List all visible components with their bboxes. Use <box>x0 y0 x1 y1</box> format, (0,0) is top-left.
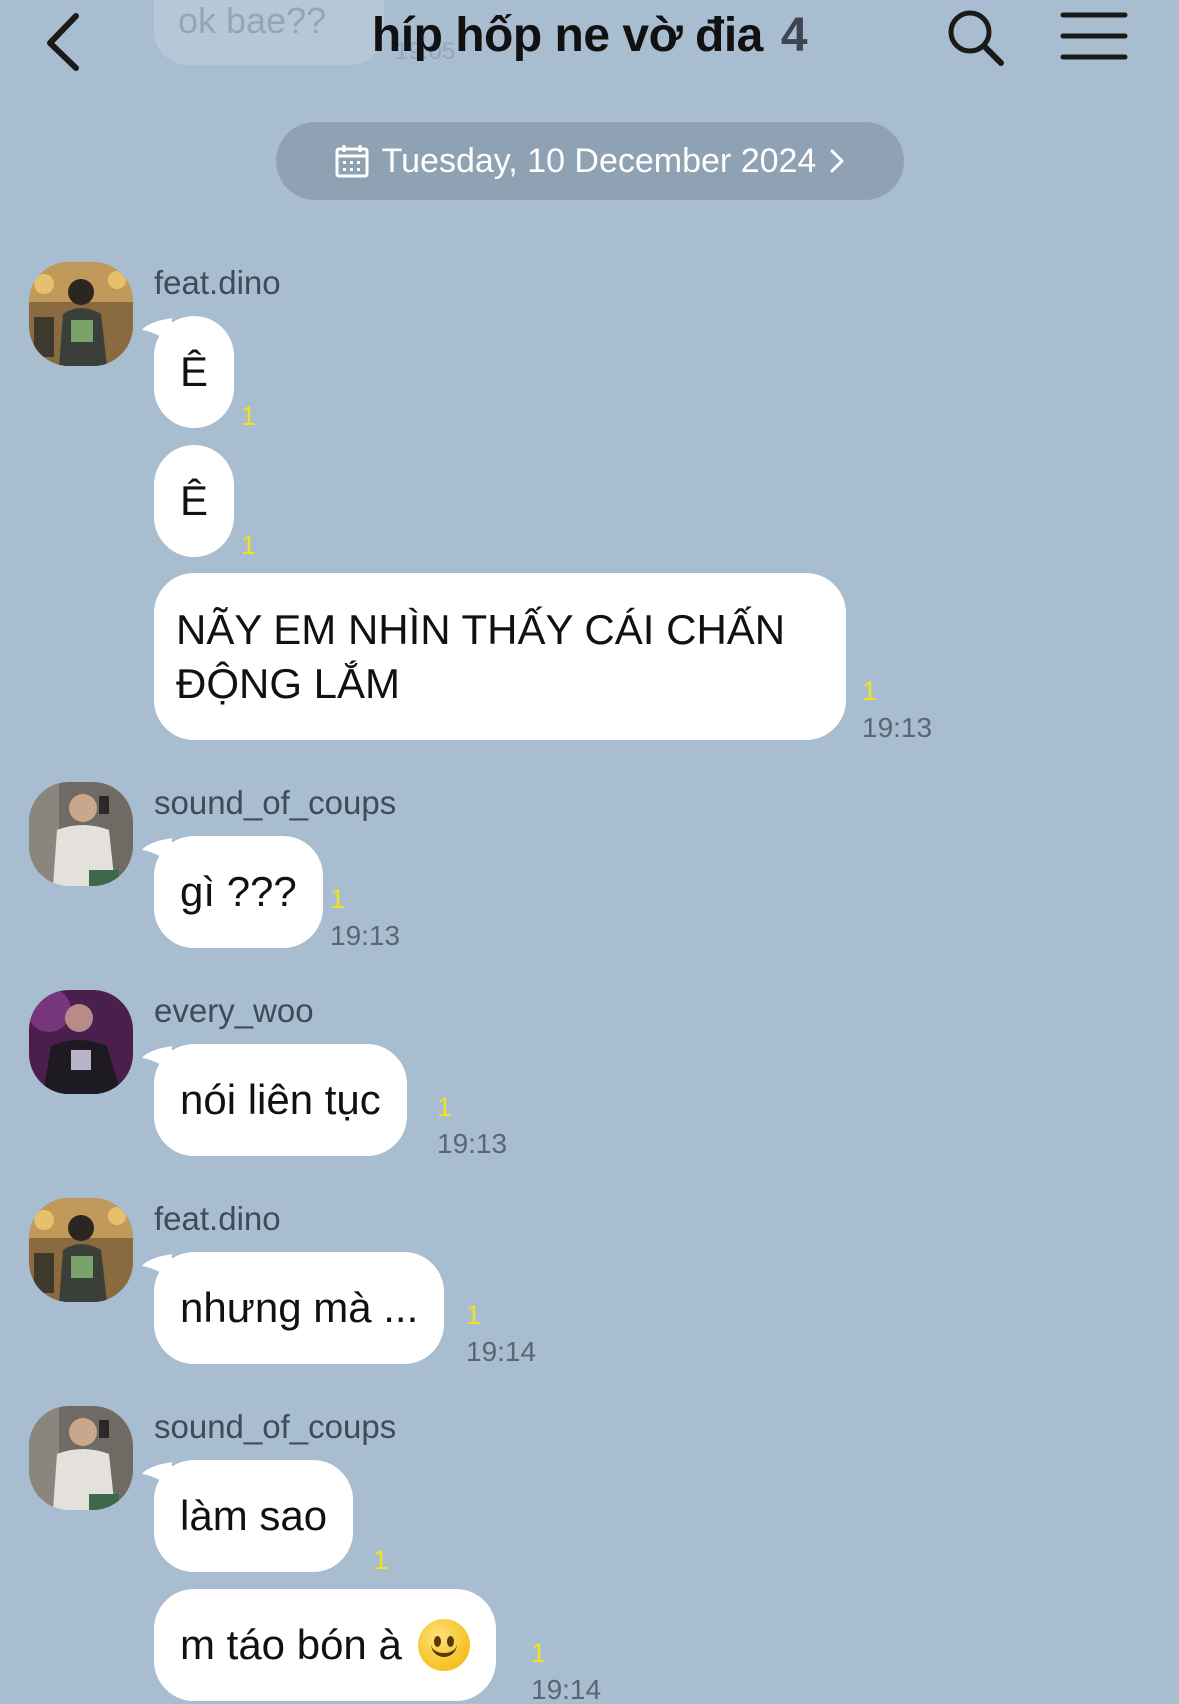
avatar-photo-icon <box>29 990 133 1094</box>
message-time: 19:14 <box>466 1336 537 1367</box>
avatar-sound-of-coups[interactable] <box>29 1406 133 1510</box>
message-time: 19:13 <box>330 920 401 951</box>
message-bubble[interactable]: nói liên tục <box>154 1044 407 1156</box>
read-count: 1 <box>330 884 346 914</box>
message-bubble[interactable]: làm sao <box>154 1460 354 1572</box>
hamburger-menu-icon <box>1060 12 1128 60</box>
avatar-feat-dino[interactable] <box>29 1198 133 1302</box>
message-bubble[interactable]: nhưng mà ... <box>154 1252 445 1364</box>
message-bubble[interactable]: gì ??? <box>154 836 323 948</box>
member-count: 4 <box>780 9 808 62</box>
message-text: Ê <box>180 477 209 524</box>
sender-name: feat.dino <box>154 264 281 301</box>
slightly-smiling-face-icon <box>417 1619 470 1671</box>
avatar-photo-icon <box>29 262 133 366</box>
read-count: 1 <box>862 676 878 706</box>
avatar-photo-icon <box>29 1406 133 1510</box>
read-count: 1 <box>241 530 257 560</box>
avatar-photo-icon <box>29 1198 133 1302</box>
message-bubble[interactable]: m táo bón à <box>154 1589 496 1701</box>
search-icon <box>948 10 1004 66</box>
message-time: 19:14 <box>531 1674 602 1704</box>
chat-header: híp hốp ne vờ đia 4 <box>0 0 1179 80</box>
read-count: 1 <box>466 1300 482 1330</box>
date-divider[interactable]: Tuesday, 10 December 2024 <box>276 122 904 200</box>
message-text: NÃY EM NHÌN THẤY CÁI CHẤN ĐỘNG LẮM <box>176 605 786 707</box>
read-count: 1 <box>437 1092 453 1122</box>
read-count: 1 <box>373 1545 389 1575</box>
avatar-photo-icon <box>29 782 133 886</box>
avatar-every-woo[interactable] <box>29 990 133 1094</box>
message-text: làm sao <box>180 1492 328 1539</box>
search-button[interactable] <box>944 6 1006 68</box>
message-text: Ê <box>180 348 209 395</box>
message-text: gì ??? <box>180 868 297 915</box>
sender-name: every_woo <box>154 992 314 1029</box>
message-time: 19:13 <box>437 1128 508 1159</box>
chat-title-text: híp hốp ne vờ đia <box>371 9 763 62</box>
sender-name: feat.dino <box>154 1200 281 1237</box>
message-text: nói liên tục <box>180 1076 381 1123</box>
date-label: Tuesday, 10 December 2024 <box>381 141 817 180</box>
read-count: 1 <box>531 1638 547 1668</box>
message-bubble[interactable]: Ê <box>154 316 235 428</box>
avatar-sound-of-coups[interactable] <box>29 782 133 886</box>
message-bubble[interactable]: NÃY EM NHÌN THẤY CÁI CHẤN ĐỘNG LẮM <box>154 573 846 740</box>
chevron-right-icon <box>830 149 844 173</box>
sender-name: sound_of_coups <box>154 1408 397 1445</box>
message-bubble[interactable]: Ê <box>154 445 235 557</box>
avatar-feat-dino[interactable] <box>29 262 133 366</box>
message-time: 19:13 <box>862 712 933 743</box>
read-count: 1 <box>241 401 257 431</box>
sender-name: sound_of_coups <box>154 784 397 821</box>
menu-button[interactable] <box>1060 10 1128 62</box>
calendar-icon <box>335 145 369 178</box>
message-text: nhưng mà ... <box>180 1284 419 1331</box>
message-text: m táo bón à <box>180 1621 402 1668</box>
